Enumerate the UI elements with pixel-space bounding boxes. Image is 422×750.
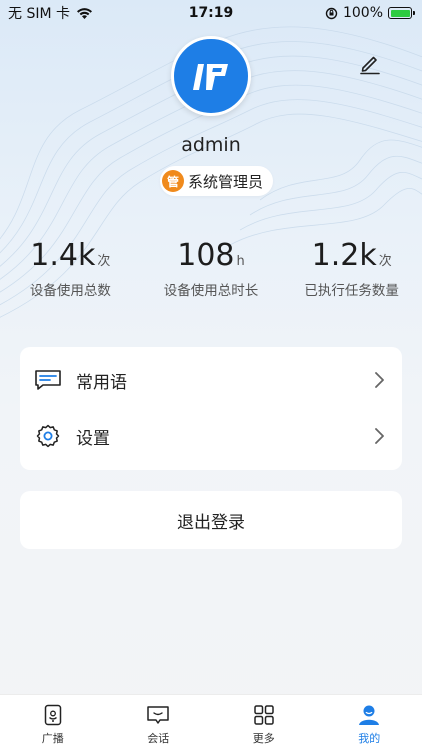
tab-mine[interactable]: 我的 — [317, 695, 422, 750]
stat-label: 已执行任务数量 — [304, 283, 399, 299]
stat-value: 108 — [177, 238, 235, 273]
usage-stats: 1.4k 次 设备使用总数 108 h 设备使用总时长 1.2k 次 已执行任务… — [0, 238, 422, 299]
broadcast-icon — [41, 703, 65, 727]
stat-unit: 次 — [97, 254, 111, 269]
tab-broadcast[interactable]: 广播 — [0, 695, 106, 750]
stat-label: 设备使用总时长 — [163, 283, 259, 299]
conversation-icon — [146, 703, 170, 727]
stat-value: 1.2k — [311, 238, 377, 273]
carrier-text: 无 SIM 卡 — [8, 6, 70, 22]
admin-role-icon: 管 — [162, 170, 184, 192]
pencil-icon — [360, 56, 380, 75]
bottom-tab-bar: 广播 会话 更多 我的 — [0, 694, 422, 750]
stat-label: 设备使用总数 — [29, 283, 111, 299]
battery-icon — [388, 7, 415, 19]
wifi-icon — [77, 7, 92, 19]
app-logo-icon — [193, 64, 228, 90]
stat-device-hours: 108 h 设备使用总时长 — [141, 238, 282, 299]
menu-item-label: 常用语 — [76, 372, 127, 393]
chevron-right-icon — [375, 428, 384, 444]
chevron-right-icon — [375, 372, 384, 388]
status-bar: 无 SIM 卡 17:19 100% — [0, 0, 422, 26]
tab-label: 广播 — [41, 732, 64, 745]
gear-icon — [34, 422, 62, 450]
status-left: 无 SIM 卡 — [8, 3, 93, 23]
stat-task-count: 1.2k 次 已执行任务数量 — [281, 238, 422, 299]
status-right: 100% — [325, 5, 415, 21]
stat-device-count: 1.4k 次 设备使用总数 — [0, 238, 141, 299]
logout-label: 退出登录 — [177, 512, 245, 533]
edit-profile-button[interactable] — [357, 50, 383, 76]
menu-card: 常用语 设置 — [20, 347, 402, 470]
chat-message-icon — [34, 366, 62, 394]
role-label: 系统管理员 — [188, 172, 264, 191]
avatar[interactable] — [171, 36, 251, 116]
menu-item-label: 设置 — [76, 428, 110, 449]
stat-value: 1.4k — [30, 238, 96, 273]
menu-item-settings[interactable]: 设置 — [20, 408, 402, 464]
tab-more[interactable]: 更多 — [211, 695, 317, 750]
user-icon — [357, 703, 381, 727]
tab-label: 我的 — [358, 732, 381, 745]
username: admin — [181, 134, 241, 156]
logout-button[interactable]: 退出登录 — [20, 491, 402, 549]
tab-label: 会话 — [147, 732, 170, 745]
stat-unit: h — [236, 254, 245, 269]
orientation-lock-icon — [325, 7, 338, 19]
tab-label: 更多 — [252, 732, 275, 745]
stat-unit: 次 — [378, 254, 392, 269]
tab-conversation[interactable]: 会话 — [106, 695, 212, 750]
battery-percent: 100% — [342, 5, 383, 21]
role-badge: 管 系统管理员 — [160, 166, 274, 196]
menu-item-phrases[interactable]: 常用语 — [20, 352, 402, 408]
grid-icon — [252, 703, 276, 727]
